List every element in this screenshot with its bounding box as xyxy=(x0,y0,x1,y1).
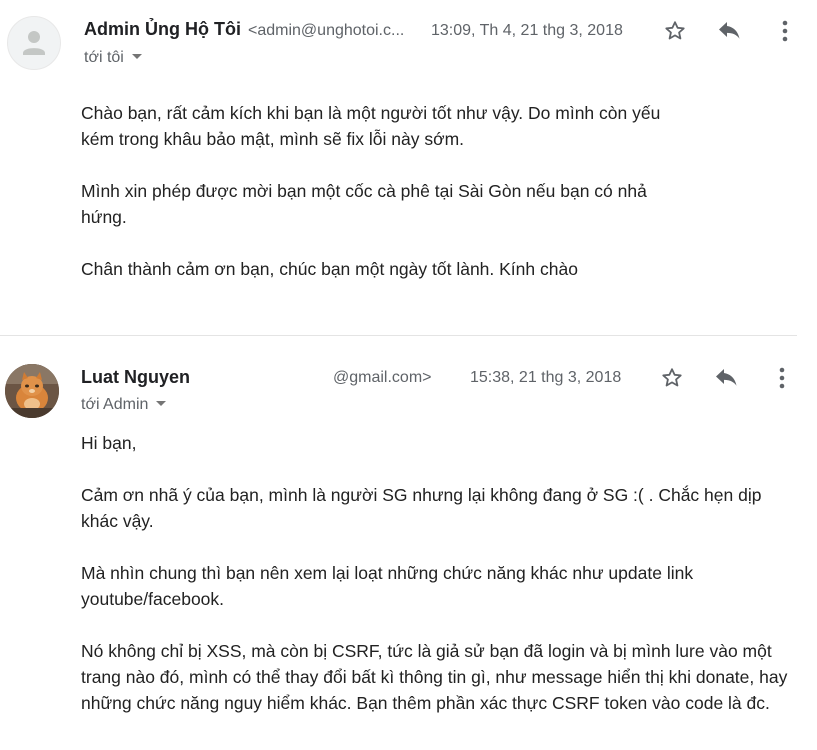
body-paragraph: Chào bạn, rất cảm kích khi bạn là một ng… xyxy=(81,103,661,149)
body-paragraph: Mà nhìn chung thì bạn nên xem lại loạt n… xyxy=(81,563,694,609)
recipient-dropdown[interactable]: tới tôi xyxy=(84,49,142,67)
message-admin: Admin Ủng Hộ Tôi <admin@unghotoi.c... 13… xyxy=(0,0,817,335)
sender-name[interactable]: Admin Ủng Hộ Tôi xyxy=(84,19,241,40)
person-icon xyxy=(23,31,45,55)
sender-name[interactable]: Luat Nguyen xyxy=(81,367,190,388)
caret-down-icon xyxy=(156,401,167,406)
reply-icon[interactable] xyxy=(713,364,741,392)
profile-photo xyxy=(5,364,59,418)
avatar-photo xyxy=(5,364,59,418)
message-body: Hi bạn, Cảm ơn nhã ý của bạn, mình là ng… xyxy=(81,430,796,742)
timestamp: 13:09, Th 4, 21 thg 3, 2018 xyxy=(431,22,623,39)
more-vert-icon[interactable] xyxy=(771,17,799,45)
body-paragraph: Mình xin phép được mời bạn một cốc cà ph… xyxy=(81,181,647,227)
body-paragraph: Chân thành cảm ơn bạn, chúc bạn một ngày… xyxy=(81,259,578,279)
recipient-label: tới Admin xyxy=(81,396,149,413)
star-icon[interactable] xyxy=(661,17,689,45)
avatar-default xyxy=(7,16,61,70)
star-icon[interactable] xyxy=(658,364,686,392)
reply-icon[interactable] xyxy=(716,17,744,45)
recipient-label: tới tôi xyxy=(84,49,124,66)
sender-email: <admin@unghotoi.c... xyxy=(248,22,405,39)
recipient-dropdown[interactable]: tới Admin xyxy=(81,396,167,414)
body-paragraph: Cảm ơn nhã ý của bạn, mình là người SG n… xyxy=(81,485,762,531)
message-body: Chào bạn, rất cảm kích khi bạn là một ng… xyxy=(81,100,686,308)
body-paragraph: Nó không chỉ bị XSS, mà còn bị CSRF, tức… xyxy=(81,641,788,713)
timestamp: 15:38, 21 thg 3, 2018 xyxy=(470,369,622,386)
caret-down-icon xyxy=(131,54,142,59)
more-vert-icon[interactable] xyxy=(768,364,796,392)
message-luat: Luat Nguyen @gmail.com> 15:38, 21 thg 3,… xyxy=(0,336,817,750)
sender-email: @gmail.com> xyxy=(333,369,432,386)
body-paragraph: Hi bạn, xyxy=(81,433,137,453)
